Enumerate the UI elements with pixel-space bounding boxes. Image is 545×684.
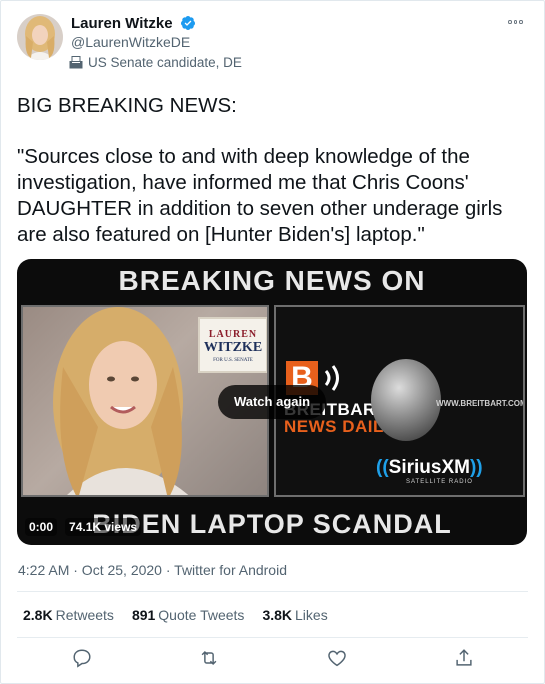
campaign-sign-line2: WITZKE (203, 340, 263, 355)
retweets-label: Retweets (55, 607, 114, 623)
watch-again-button[interactable]: Watch again (218, 385, 326, 419)
retweets-count: 2.8K (23, 607, 53, 623)
campaign-sign: LAUREN WITZKE FOR U.S. SENATE (198, 317, 267, 373)
radio-waves-icon (324, 365, 339, 391)
tweet-text-line1: BIG BREAKING NEWS: (17, 94, 237, 117)
profile-label-text: US Senate candidate, DE (88, 55, 242, 70)
siriusxm-logo: ((SiriusXM)) (376, 457, 483, 478)
video-player[interactable]: BREAKING NEWS ON LAUREN WITZKE FOR U.S. … (17, 259, 527, 545)
divider (17, 637, 528, 638)
like-icon[interactable] (326, 647, 348, 669)
breitbart-url: WWW.BREITBART.COM (436, 399, 525, 408)
tweet-timestamp[interactable]: 4:22 AM · Oct 25, 2020 · Twitter for And… (18, 562, 287, 578)
campaign-sign-line3: FOR U.S. SENATE (213, 358, 253, 363)
likes-stat[interactable]: 3.8K Likes (262, 607, 327, 623)
author-name-row[interactable]: Lauren Witzke (71, 15, 196, 32)
tweet-card: Lauren Witzke @LaurenWitzkeDE US Senate … (0, 0, 545, 684)
video-headline-top: BREAKING NEWS ON (118, 265, 426, 296)
microphone-icon (371, 359, 441, 441)
author-name[interactable]: Lauren Witzke (71, 15, 173, 32)
quote-tweets-count: 891 (131, 607, 156, 623)
campaign-sign-line1: LAUREN (208, 329, 258, 340)
likes-count: 3.8K (262, 607, 293, 623)
tweet-actions (1, 645, 545, 673)
engagement-stats: 2.8K Retweets 891 Quote Tweets 3.8K Likes (23, 607, 328, 623)
video-views: 74.1K views (65, 518, 142, 536)
profile-label: US Senate candidate, DE (69, 55, 242, 70)
author-handle[interactable]: @LaurenWitzkeDE (71, 34, 190, 50)
video-time: 0:00 (25, 518, 58, 536)
more-options-icon[interactable] (508, 15, 526, 29)
share-icon[interactable] (453, 647, 475, 669)
tweet-text-quote: "Sources close to and with deep knowledg… (17, 145, 503, 246)
retweets-stat[interactable]: 2.8K Retweets (23, 607, 114, 623)
quote-tweets-label: Quote Tweets (158, 607, 245, 623)
verified-badge-icon (180, 16, 195, 30)
video-stats: 0:00 74.1K views (25, 517, 142, 537)
likes-label: Likes (295, 607, 328, 623)
ballot-box-icon (69, 56, 83, 69)
retweet-icon[interactable] (198, 647, 220, 669)
quote-tweets-stat[interactable]: 891 Quote Tweets (132, 607, 245, 623)
avatar[interactable] (17, 14, 63, 60)
reply-icon[interactable] (71, 647, 93, 669)
siriusxm-subtitle: SATELLITE RADIO (406, 479, 473, 485)
divider (17, 591, 528, 592)
siriusxm-text: SiriusXM (388, 457, 470, 478)
avatar-image (17, 14, 63, 60)
